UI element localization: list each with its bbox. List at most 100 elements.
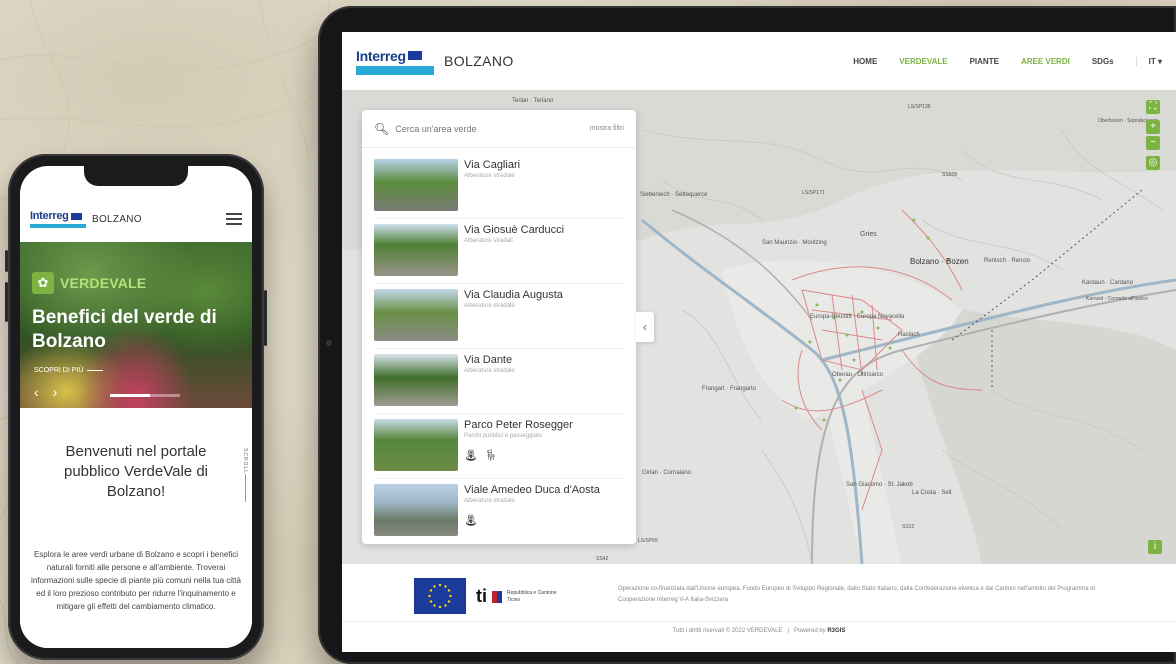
ti-logo-mark: ti <box>476 586 487 606</box>
copyright-line: Tutti i diritti riservati © 2022 VERDEVA… <box>672 628 846 634</box>
logo-text: Interreg <box>30 210 69 222</box>
fullscreen-icon[interactable]: ⛶ <box>1146 100 1160 114</box>
info-icon[interactable]: i <box>1148 540 1162 554</box>
search-input[interactable] <box>395 123 584 134</box>
bench-icon: 🪑︎ <box>483 450 498 462</box>
area-thumbnail <box>374 224 458 276</box>
r3gis-link[interactable]: R3GIS <box>827 628 845 634</box>
area-category: Parchi pubblici e passeggiate <box>464 433 543 439</box>
list-item[interactable]: Parco Peter Rosegger Parchi pubblici e p… <box>374 414 624 479</box>
list-item[interactable]: Via Claudia Augusta Alberature stradale <box>374 284 624 349</box>
list-item[interactable]: Via Dante Alberature stradale <box>374 349 624 414</box>
show-filters-link[interactable]: mostra filtri <box>590 125 624 132</box>
brand-name: VERDEVALE <box>60 275 147 291</box>
nav-sdgs[interactable]: SDGs <box>1092 57 1114 66</box>
collapse-panel-button[interactable]: ‹ <box>636 312 654 342</box>
map-label: SS42 <box>596 556 608 562</box>
zoom-out-icon[interactable]: − <box>1146 136 1160 150</box>
verdevale-brand: ✿ VERDEVALE <box>32 272 146 294</box>
area-thumbnail <box>374 419 458 471</box>
search-bar: 🔍︎ mostra filtri <box>362 110 636 148</box>
eu-stars-icon <box>428 583 452 609</box>
map-label: Haslach <box>898 332 920 338</box>
arrow-right-icon <box>87 370 104 371</box>
site-footer: ti Repubblica e Cantone Ticino Operazion… <box>342 564 1176 652</box>
main-nav: HOME VERDEVALE PIANTE AREE VERDI SDGs IT… <box>853 56 1162 66</box>
phone-volume-button <box>5 250 8 272</box>
phone-notch <box>84 166 188 186</box>
nav-verdevale[interactable]: VERDEVALE <box>899 57 947 66</box>
footer-divider <box>342 621 1176 622</box>
search-icon: 🔍︎ <box>374 121 390 136</box>
map-view[interactable]: Terlan · Terlano LS/SP136 Siebeneich · S… <box>342 90 1176 564</box>
area-thumbnail <box>374 289 458 341</box>
map-label: Gries <box>860 231 877 238</box>
map-label: Terlan · Terlano <box>512 98 554 104</box>
copyright-text: Tutti i diritti riservati © 2022 VERDEVA… <box>672 628 783 634</box>
ticino-text: Repubblica e Cantone Ticino <box>507 589 557 603</box>
scroll-indicator <box>245 474 246 502</box>
map-label: La Costa · Seit <box>912 490 952 496</box>
map-label: Frangart · Frangarto <box>702 386 757 392</box>
map-label: Girlan · Cornaiano <box>642 470 692 476</box>
map-label: LS/SP136 <box>908 104 931 110</box>
zoom-in-icon[interactable]: + <box>1146 120 1160 134</box>
fountain-icon: ⛲︎ <box>464 515 478 527</box>
ticino-flag-icon <box>492 590 502 603</box>
tablet-device: Interreg BOLZANO HOME VERDEVALE PIANTE A… <box>318 6 1176 664</box>
areas-panel: 🔍︎ mostra filtri Via Cagliari Alberature… <box>362 110 636 544</box>
map-label: Oberau · Oltrisarco <box>832 372 884 378</box>
scroll-label: SCROLL <box>242 448 248 475</box>
eu-flag-logo <box>414 578 466 614</box>
nav-home[interactable]: HOME <box>853 57 877 66</box>
area-category: Alberature stradale <box>464 498 515 504</box>
discover-link[interactable]: SCOPRI DI PIÙ <box>34 367 104 374</box>
chevron-right-icon[interactable]: › <box>53 384 58 400</box>
map-label: LS/SP55 <box>638 538 658 544</box>
welcome-body: Esplora le aree verdi urbane di Bolzano … <box>31 550 241 611</box>
map-label: Rentsch · Rencio <box>984 258 1031 264</box>
interreg-logo[interactable]: Interreg <box>30 210 86 228</box>
nav-piante[interactable]: PIANTE <box>970 57 999 66</box>
list-item[interactable]: Via Cagliari Alberature stradale <box>374 154 624 219</box>
logo-bar <box>30 224 86 228</box>
phone-device: Interreg BOLZANO ✿ VERDEVALE Benefici de… <box>5 154 267 660</box>
logo-text: Interreg <box>356 47 406 64</box>
welcome-title: Benvenuti nel portale pubblico VerdeVale… <box>64 443 208 500</box>
chevron-left-icon[interactable]: ‹ <box>34 384 39 400</box>
phone-screen: Interreg BOLZANO ✿ VERDEVALE Benefici de… <box>20 166 252 648</box>
area-thumbnail <box>374 354 458 406</box>
map-label: Bolzano · Bozen <box>910 257 969 266</box>
map-label: San Giacomo · St. Jakob <box>846 482 913 488</box>
language-selector[interactable]: IT ▾ <box>1135 56 1162 66</box>
slider-progress <box>110 394 180 397</box>
hero-title: Benefici del verde di Bolzano <box>32 307 217 352</box>
area-name: Via Dante <box>464 354 513 366</box>
phone-volume-button <box>5 282 8 322</box>
city-title: BOLZANO <box>444 53 514 69</box>
site-header: Interreg BOLZANO HOME VERDEVALE PIANTE A… <box>342 32 1176 90</box>
locate-icon[interactable]: ◎ <box>1146 156 1160 170</box>
interreg-logo[interactable]: Interreg <box>356 48 434 75</box>
eu-flag-icon <box>407 51 422 60</box>
area-name: Parco Peter Rosegger <box>464 419 573 431</box>
list-item[interactable]: Viale Amedeo Duca d'Aosta Alberature str… <box>374 479 624 544</box>
map-label: SS508 <box>942 172 957 178</box>
menu-icon[interactable] <box>226 213 242 225</box>
area-name: Via Giosuè Carducci <box>464 224 565 236</box>
map-label: San Maurizio · Moritzing <box>762 240 827 246</box>
nav-aree-verdi[interactable]: AREE VERDI <box>1021 57 1070 66</box>
powered-by-text: Powered by <box>793 628 826 634</box>
area-name: Via Claudia Augusta <box>464 289 563 301</box>
list-item[interactable]: Via Giosuè Carducci Alberature stradali <box>374 219 624 284</box>
map-label: LS/SP171 <box>802 190 825 196</box>
tablet-screen: Interreg BOLZANO HOME VERDEVALE PIANTE A… <box>342 32 1176 652</box>
leaf-icon: ✿ <box>32 272 54 294</box>
area-thumbnail <box>374 159 458 211</box>
areas-list: Via Cagliari Alberature stradale Via Gio… <box>362 148 636 544</box>
chevron-left-icon: ‹ <box>643 320 647 334</box>
area-name: Viale Amedeo Duca d'Aosta <box>464 484 600 496</box>
funding-text: Operazione co-finanziata dall'Unione eur… <box>618 586 1095 603</box>
area-category: Alberature stradale <box>464 303 515 309</box>
map-label: Karneid · Cornedo all'Isarco <box>1086 296 1148 302</box>
